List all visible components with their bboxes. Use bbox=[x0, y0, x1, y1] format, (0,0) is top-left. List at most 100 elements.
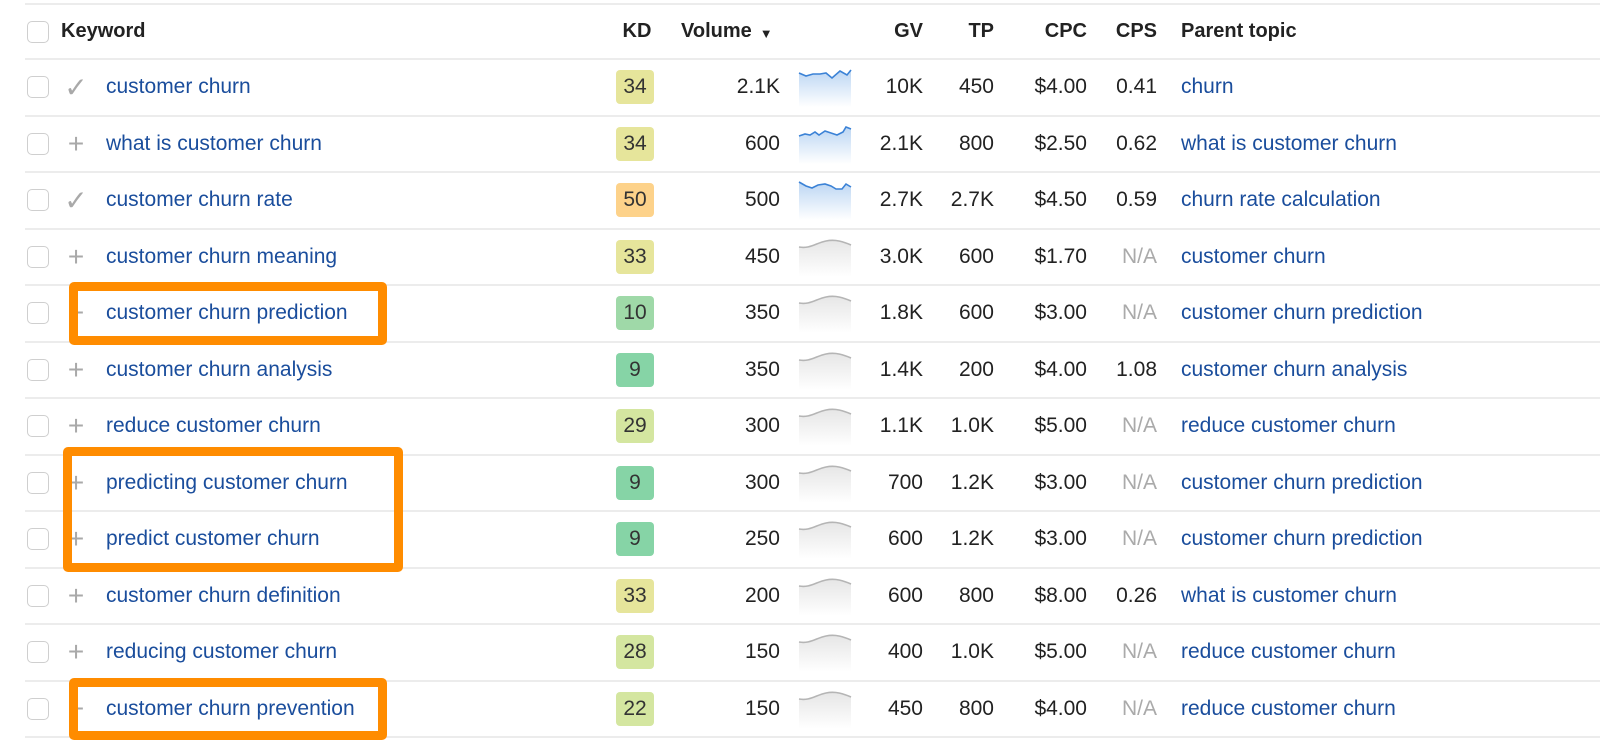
keywords-table: Keyword KD Volume ▼ GV TP CPC CPS Parent… bbox=[25, 3, 1600, 738]
tp-value: 600 bbox=[958, 301, 994, 325]
keyword-link[interactable]: customer churn definition bbox=[106, 569, 341, 624]
table-row: + customer churn analysis 9 350 1.4K 200… bbox=[25, 343, 1600, 399]
column-header-kd[interactable]: KD bbox=[617, 5, 657, 58]
parent-topic-link[interactable]: what is customer churn bbox=[1181, 569, 1397, 624]
parent-topic-link[interactable]: customer churn bbox=[1181, 230, 1326, 285]
row-checkbox[interactable] bbox=[27, 286, 49, 341]
row-checkbox[interactable] bbox=[27, 343, 49, 398]
trend-sparkline[interactable] bbox=[798, 60, 852, 115]
add-to-list-icon[interactable]: + bbox=[63, 569, 89, 624]
column-header-cps[interactable]: CPS bbox=[1095, 5, 1157, 58]
parent-topic-link[interactable]: customer churn prediction bbox=[1181, 286, 1423, 341]
keyword-link[interactable]: customer churn prevention bbox=[106, 682, 355, 737]
keyword-link[interactable]: reduce customer churn bbox=[106, 399, 321, 454]
keyword-link[interactable]: reducing customer churn bbox=[106, 625, 337, 680]
add-to-list-icon[interactable]: + bbox=[63, 682, 89, 737]
row-checkbox[interactable] bbox=[27, 230, 49, 285]
row-checkbox[interactable] bbox=[27, 569, 49, 624]
row-checkbox[interactable] bbox=[27, 456, 49, 511]
row-checkbox[interactable] bbox=[27, 682, 49, 737]
gv-value: 10K bbox=[885, 75, 923, 99]
trend-sparkline[interactable] bbox=[798, 456, 852, 511]
keyword-link[interactable]: customer churn bbox=[106, 60, 251, 115]
trend-sparkline[interactable] bbox=[798, 625, 852, 680]
column-header-parent-topic[interactable]: Parent topic bbox=[1181, 5, 1297, 58]
add-to-list-icon[interactable]: + bbox=[63, 625, 89, 680]
check-icon[interactable]: ✓ bbox=[63, 60, 89, 115]
trend-sparkline[interactable] bbox=[798, 173, 852, 228]
row-checkbox[interactable] bbox=[27, 625, 49, 680]
tp-value: 1.0K bbox=[950, 640, 994, 664]
add-to-list-icon[interactable]: + bbox=[63, 512, 89, 567]
keyword-link[interactable]: customer churn prediction bbox=[106, 286, 348, 341]
parent-topic-link[interactable]: what is customer churn bbox=[1181, 117, 1397, 172]
trend-sparkline[interactable] bbox=[798, 399, 852, 454]
keyword-link[interactable]: customer churn rate bbox=[106, 173, 293, 228]
column-header-volume[interactable]: Volume ▼ bbox=[681, 5, 801, 58]
parent-topic-link[interactable]: customer churn prediction bbox=[1181, 456, 1423, 511]
kd-value: 9 bbox=[616, 465, 654, 500]
trend-sparkline[interactable] bbox=[798, 512, 852, 567]
cpc-value: $8.00 bbox=[1034, 583, 1087, 607]
row-checkbox[interactable] bbox=[27, 173, 49, 228]
cpc-value: $3.00 bbox=[1034, 301, 1087, 325]
row-checkbox[interactable] bbox=[27, 60, 49, 115]
sparkline-area bbox=[799, 240, 851, 277]
gv-value: 1.1K bbox=[879, 414, 923, 438]
cpc-value: $4.50 bbox=[1034, 188, 1087, 212]
row-checkbox[interactable] bbox=[27, 399, 49, 454]
trend-sparkline[interactable] bbox=[798, 343, 852, 398]
trend-sparkline[interactable] bbox=[798, 682, 852, 737]
cps-value: N/A bbox=[1121, 696, 1157, 720]
sort-desc-icon[interactable]: ▼ bbox=[760, 26, 773, 41]
tp-value: 2.7K bbox=[950, 188, 994, 212]
column-header-cpc[interactable]: CPC bbox=[1000, 5, 1087, 58]
gv-value: 2.7K bbox=[879, 188, 923, 212]
tp-value: 200 bbox=[958, 357, 994, 381]
parent-topic-link[interactable]: churn rate calculation bbox=[1181, 173, 1381, 228]
parent-topic-link[interactable]: churn bbox=[1181, 60, 1234, 115]
tp-value: 800 bbox=[958, 696, 994, 720]
volume-value: 2.1K bbox=[736, 75, 780, 99]
add-to-list-icon[interactable]: + bbox=[63, 399, 89, 454]
keyword-link[interactable]: customer churn analysis bbox=[106, 343, 332, 398]
row-checkbox[interactable] bbox=[27, 512, 49, 567]
sparkline-chart bbox=[798, 295, 852, 334]
trend-sparkline[interactable] bbox=[798, 569, 852, 624]
tp-value: 1.2K bbox=[950, 527, 994, 551]
trend-sparkline[interactable] bbox=[798, 286, 852, 341]
column-header-gv[interactable]: GV bbox=[855, 5, 923, 58]
table-row: + customer churn prevention 22 150 450 8… bbox=[25, 682, 1600, 738]
keyword-link[interactable]: customer churn meaning bbox=[106, 230, 337, 285]
add-to-list-icon[interactable]: + bbox=[63, 456, 89, 511]
column-header-keyword[interactable]: Keyword bbox=[61, 5, 145, 58]
parent-topic-link[interactable]: customer churn analysis bbox=[1181, 343, 1407, 398]
add-to-list-icon[interactable]: + bbox=[63, 230, 89, 285]
sparkline-chart bbox=[798, 239, 852, 277]
sparkline-area bbox=[799, 579, 851, 616]
table-row: + predicting customer churn 9 300 700 1.… bbox=[25, 456, 1600, 512]
gv-value: 700 bbox=[887, 470, 923, 494]
parent-topic-link[interactable]: reduce customer churn bbox=[1181, 625, 1396, 680]
row-checkbox[interactable] bbox=[27, 117, 49, 172]
trend-sparkline[interactable] bbox=[798, 230, 852, 285]
add-to-list-icon[interactable]: + bbox=[63, 343, 89, 398]
add-to-list-icon[interactable]: + bbox=[63, 286, 89, 341]
select-all-checkbox[interactable] bbox=[27, 5, 49, 58]
keyword-link[interactable]: predicting customer churn bbox=[106, 456, 348, 511]
parent-topic-link[interactable]: customer churn prediction bbox=[1181, 512, 1423, 567]
keyword-link[interactable]: what is customer churn bbox=[106, 117, 322, 172]
table-row: + reducing customer churn 28 150 400 1.0… bbox=[25, 625, 1600, 682]
parent-topic-link[interactable]: reduce customer churn bbox=[1181, 399, 1396, 454]
column-header-tp[interactable]: TP bbox=[930, 5, 994, 58]
trend-sparkline[interactable] bbox=[798, 117, 852, 172]
cpc-value: $3.00 bbox=[1034, 527, 1087, 551]
keyword-link[interactable]: predict customer churn bbox=[106, 512, 320, 567]
cpc-value: $4.00 bbox=[1034, 75, 1087, 99]
kd-value: 33 bbox=[616, 578, 654, 613]
cpc-value: $4.00 bbox=[1034, 696, 1087, 720]
parent-topic-link[interactable]: reduce customer churn bbox=[1181, 682, 1396, 737]
add-to-list-icon[interactable]: + bbox=[63, 117, 89, 172]
cps-value: N/A bbox=[1121, 414, 1157, 438]
check-icon[interactable]: ✓ bbox=[63, 173, 89, 228]
